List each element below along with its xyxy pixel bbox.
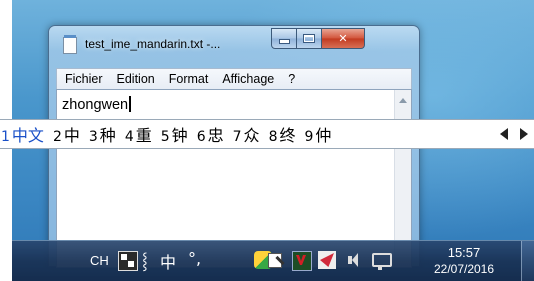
minimize-icon bbox=[278, 39, 290, 44]
candidate-number: 2 bbox=[52, 129, 62, 145]
taskbar: CH ⸾ 中 °, 15:57 22/07/2016 bbox=[12, 240, 534, 281]
ime-candidate-bar: 1 中文 2中 3种 4重 5钟 6忠 7众 8终 9仲 bbox=[0, 119, 534, 149]
ime-candidate-8[interactable]: 8终 bbox=[269, 122, 296, 146]
ime-candidate-5[interactable]: 5钟 bbox=[161, 122, 188, 146]
ime-mode-icon[interactable] bbox=[118, 251, 138, 271]
desktop: test_ime_mandarin.txt -... ✕ Fichier Edi… bbox=[0, 0, 534, 281]
menu-fichier[interactable]: Fichier bbox=[57, 72, 103, 86]
notepad-icon[interactable] bbox=[63, 35, 77, 54]
window-title: test_ime_mandarin.txt -... bbox=[85, 37, 221, 51]
ime-candidate-7[interactable]: 7众 bbox=[233, 122, 260, 146]
show-desktop-button[interactable] bbox=[521, 241, 534, 281]
candidate-number: 3 bbox=[88, 129, 98, 145]
candidate-text: 仲 bbox=[315, 126, 332, 145]
scroll-up-icon[interactable] bbox=[399, 98, 407, 103]
network-icon[interactable] bbox=[372, 253, 392, 270]
menu-affichage[interactable]: Affichage bbox=[214, 72, 274, 86]
volume-icon[interactable] bbox=[346, 251, 362, 269]
maximize-icon bbox=[303, 34, 315, 43]
candidate-text: 重 bbox=[135, 126, 152, 145]
next-page-icon[interactable] bbox=[520, 128, 528, 140]
ime-candidate-6[interactable]: 6忠 bbox=[197, 122, 224, 146]
ime-candidate-1[interactable]: 1 中文 bbox=[1, 122, 44, 146]
candidate-text: 中文 bbox=[11, 126, 44, 145]
system-clock[interactable]: 15:57 22/07/2016 bbox=[414, 245, 514, 277]
candidate-text: 钟 bbox=[171, 126, 188, 145]
menu-bar: Fichier Edition Format Affichage ? bbox=[56, 68, 412, 89]
close-button[interactable]: ✕ bbox=[322, 28, 365, 49]
candidate-text: 终 bbox=[279, 126, 296, 145]
editor-content[interactable]: zhongwen bbox=[62, 96, 132, 113]
ime-candidate-3[interactable]: 3种 bbox=[89, 122, 116, 146]
candidate-number: 6 bbox=[196, 129, 206, 145]
ime-candidate-4[interactable]: 4重 bbox=[125, 122, 152, 146]
prev-page-icon[interactable] bbox=[500, 128, 508, 140]
candidate-number: 8 bbox=[268, 129, 278, 145]
ime-chinese-mode-icon[interactable]: 中 bbox=[160, 249, 176, 273]
candidate-number: 7 bbox=[232, 129, 242, 145]
ime-punctuation-icon[interactable]: °, bbox=[188, 249, 201, 268]
candidate-text: 忠 bbox=[207, 126, 224, 145]
menu-help[interactable]: ? bbox=[280, 72, 295, 86]
candidate-number: 9 bbox=[304, 129, 314, 145]
language-indicator[interactable]: CH bbox=[90, 253, 109, 268]
ime-candidate-2[interactable]: 2中 bbox=[53, 122, 80, 146]
maximize-button[interactable] bbox=[297, 28, 322, 49]
clock-time: 15:57 bbox=[447, 245, 481, 260]
minimize-button[interactable] bbox=[271, 28, 297, 49]
candidate-number: 1 bbox=[1, 129, 10, 145]
mcafee-icon[interactable] bbox=[292, 251, 312, 271]
candidate-text: 种 bbox=[99, 126, 116, 145]
candidate-number: 5 bbox=[160, 129, 170, 145]
candidate-text: 众 bbox=[243, 126, 260, 145]
action-center-flag-icon[interactable] bbox=[318, 251, 336, 269]
close-icon: ✕ bbox=[338, 32, 348, 45]
menu-edition[interactable]: Edition bbox=[109, 72, 155, 86]
menu-format[interactable]: Format bbox=[161, 72, 209, 86]
clock-date: 22/07/2016 bbox=[433, 262, 495, 276]
window-controls: ✕ bbox=[271, 28, 365, 49]
ime-extra-icon[interactable]: ⸾ bbox=[142, 249, 148, 271]
text-caret bbox=[129, 96, 132, 112]
pen-input-icon[interactable] bbox=[268, 253, 282, 268]
ime-candidate-9[interactable]: 9仲 bbox=[305, 122, 332, 146]
candidate-number: 4 bbox=[124, 129, 134, 145]
candidate-text: 中 bbox=[63, 126, 80, 145]
composition-text: zhongwen bbox=[62, 97, 129, 113]
